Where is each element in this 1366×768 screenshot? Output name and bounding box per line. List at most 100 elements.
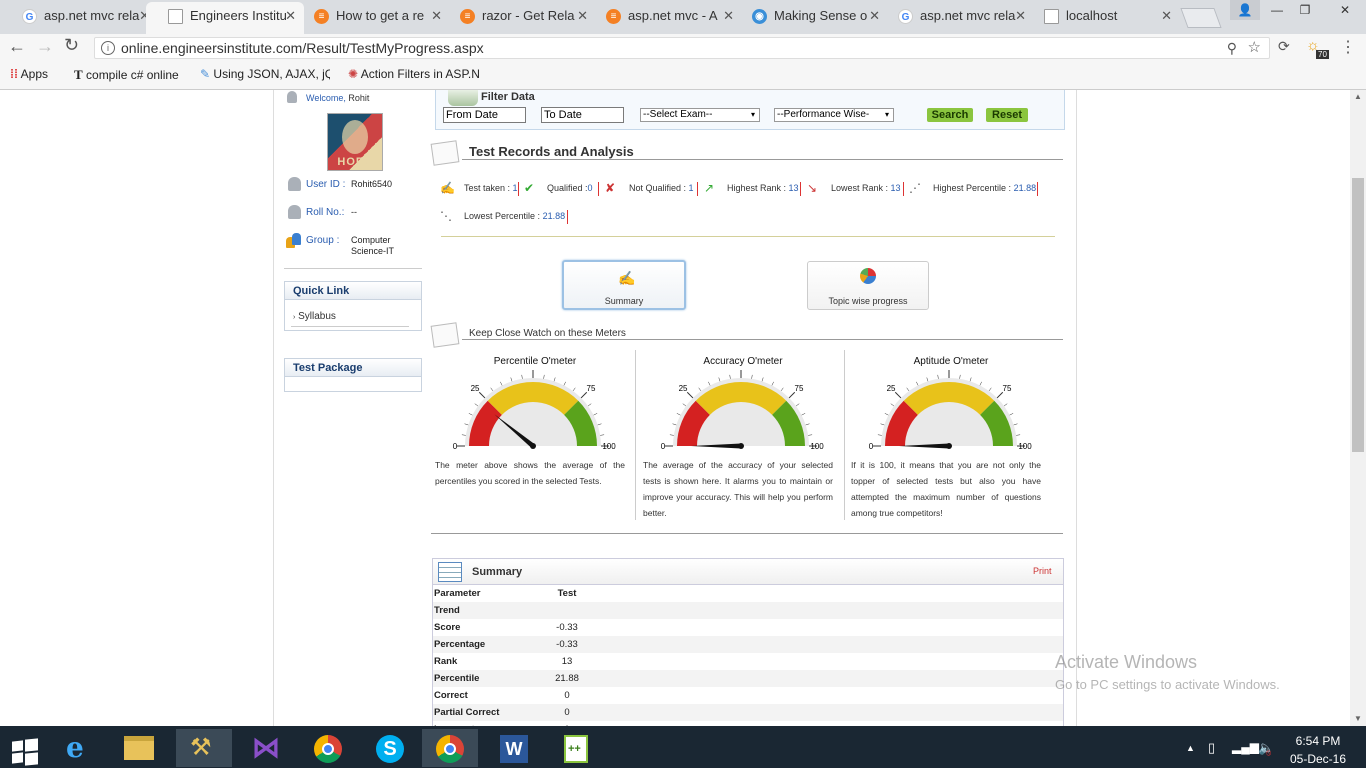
exam-select-value: --Select Exam-- [643, 109, 713, 120]
meter-title: Accuracy O'meter [703, 356, 783, 367]
apps-grid-icon: ⁞⁞ [10, 67, 18, 81]
meter-divider [635, 350, 636, 520]
restore-icon[interactable]: ❐ [1290, 0, 1320, 20]
gauge-tick [894, 391, 902, 399]
gauge-tick-label: 25 [471, 384, 480, 393]
stackoverflow-icon: ≡ [606, 9, 621, 24]
tab-label: asp.net mvc rela [920, 8, 1016, 23]
exam-select[interactable]: --Select Exam-- ▾ [640, 108, 760, 122]
menu-icon[interactable]: ⋮ [1340, 37, 1356, 57]
gauge-tick [563, 381, 566, 386]
gauge-tick [906, 387, 910, 392]
tab-2[interactable]: ≡ How to get a re ✕ [292, 2, 450, 34]
table-icon [438, 562, 462, 582]
lowest-rank-icon: ↘ [807, 181, 818, 195]
forward-icon[interactable]: → [36, 36, 54, 57]
roll-icon [288, 205, 301, 219]
tab-1[interactable]: Engineers Institu ✕ [146, 2, 304, 34]
taskbar-skype[interactable]: S [362, 729, 418, 767]
topic-wise-button[interactable]: Topic wise progress [807, 261, 929, 310]
tab-6[interactable]: G asp.net mvc rela ✕ [876, 2, 1034, 34]
tab-0[interactable]: G asp.net mvc rela ✕ [0, 2, 158, 34]
bookmark-json[interactable]: ✎ Using JSON, AJAX, jQ [200, 67, 330, 81]
avatar-face [342, 120, 368, 154]
reset-button[interactable]: Reset [986, 108, 1028, 122]
summary-button[interactable]: ✍ Summary [562, 260, 686, 310]
to-date-input[interactable]: To Date [541, 107, 624, 123]
stackoverflow-icon: ≡ [314, 9, 329, 24]
bookmark-label: Apps [20, 67, 49, 81]
from-date-input[interactable]: From Date [443, 107, 526, 123]
performance-select[interactable]: --Performance Wise- ▾ [774, 108, 894, 122]
test-package-title[interactable]: Test Package [285, 359, 421, 377]
tab-label: localhost [1066, 8, 1118, 23]
content-right-border [1076, 90, 1077, 726]
gauge-hub [738, 443, 744, 449]
stat-divider [800, 182, 801, 196]
tab-4[interactable]: ≡ asp.net mvc - A ✕ [584, 2, 742, 34]
zoom-icon[interactable]: ⚲ [1227, 38, 1237, 58]
gauge-tick [926, 377, 929, 382]
gauge-tick-label: 75 [587, 384, 596, 393]
taskbar-ie[interactable]: e [52, 729, 108, 767]
activation-watermark-text: Go to PC settings to activate Windows. [1055, 677, 1280, 692]
tab-3[interactable]: ≡ razor - Get Rela ✕ [438, 2, 596, 34]
user-profile-icon[interactable]: 👤 [1230, 0, 1260, 20]
syllabus-link[interactable]: › Syllabus [293, 311, 336, 322]
search-button[interactable]: Search [927, 108, 973, 122]
bookmark-compile[interactable]: T compile c# online [74, 67, 179, 83]
google-icon: G [898, 9, 913, 24]
minimize-icon[interactable]: — [1262, 0, 1292, 20]
stats-divider [441, 236, 1055, 237]
summary-row: Rank 13 [433, 653, 1063, 670]
print-link[interactable]: Print [1033, 566, 1052, 576]
close-tab-icon[interactable]: ✕ [1161, 2, 1172, 30]
performance-select-value: --Performance Wise- [777, 109, 870, 120]
info-icon[interactable]: i [101, 41, 115, 55]
taskbar-tools[interactable]: ⚒ [176, 729, 232, 767]
meter-description: The average of the accuracy of your sele… [643, 460, 833, 518]
test-taken-icon: ✍ [440, 181, 455, 195]
taskbar-visual-studio[interactable]: ⋈ [238, 729, 294, 767]
scroll-down-icon[interactable]: ▼ [1354, 714, 1362, 723]
gauge-tick-label: 75 [1003, 384, 1012, 393]
summary-header-row: Parameter Test 1 [433, 585, 1063, 616]
clock-date[interactable]: 05-Dec-16 [1288, 752, 1348, 766]
gauge-tick [1013, 423, 1018, 426]
extension-icon[interactable]: ⟳ [1278, 38, 1290, 55]
stat-divider [903, 182, 904, 196]
scroll-up-icon[interactable]: ▲ [1354, 92, 1362, 101]
meter-title: Percentile O'meter [493, 356, 577, 367]
start-button[interactable] [0, 729, 50, 767]
user-icon [287, 91, 297, 103]
bullet-icon: › [293, 314, 296, 321]
bookmark-action-filters[interactable]: ✺ Action Filters in ASP.N [348, 67, 484, 81]
browser-tab-bar: G asp.net mvc rela ✕ Engineers Institu ✕… [0, 0, 1366, 34]
taskbar-notepad[interactable]: ++ [548, 729, 604, 767]
tab-7[interactable]: localhost ✕ [1022, 2, 1180, 34]
signal-icon[interactable]: ▂▄▆ [1232, 740, 1259, 754]
bookmark-star-icon[interactable]: ☆ [1248, 38, 1261, 58]
gauge-tick [593, 413, 598, 416]
battery-icon[interactable]: ▯ [1208, 740, 1215, 756]
taskbar-chrome-active[interactable] [422, 729, 478, 767]
taskbar-word[interactable]: W [486, 729, 542, 767]
gauge-tick [521, 374, 523, 379]
close-window-icon[interactable]: ✕ [1324, 0, 1366, 20]
bookmark-apps[interactable]: ⁞⁞ Apps [10, 67, 48, 81]
back-icon[interactable]: ← [8, 36, 26, 57]
user-id-label: User ID : [306, 179, 346, 190]
scrollbar-thumb[interactable] [1352, 178, 1364, 452]
taskbar-explorer[interactable] [112, 729, 168, 767]
new-tab-button[interactable] [1180, 8, 1222, 28]
gauge-tick [890, 403, 895, 407]
taskbar-chrome[interactable] [300, 729, 356, 767]
tray-expand-icon[interactable]: ▲ [1186, 743, 1195, 753]
tab-5[interactable]: ◉ Making Sense o ✕ [730, 2, 888, 34]
meter-title: Aptitude O'meter [913, 356, 989, 367]
clock-time[interactable]: 6:54 PM [1288, 734, 1348, 748]
reload-icon[interactable]: ↻ [64, 35, 79, 56]
address-bar[interactable]: i online.engineersinstitute.com/Result/T… [94, 37, 1270, 59]
gauge-tick-label: 0 [661, 442, 666, 451]
gauge-tick [510, 377, 513, 382]
